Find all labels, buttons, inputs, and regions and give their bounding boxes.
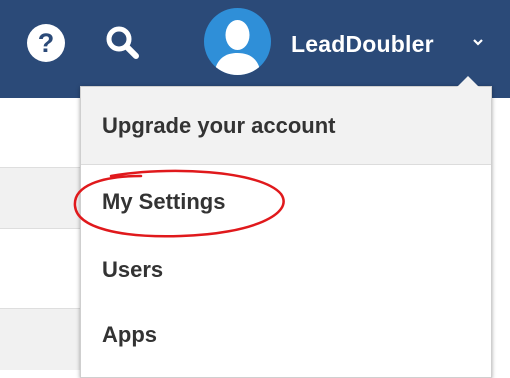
help-button[interactable]: ? [27, 24, 65, 62]
search-icon [106, 26, 139, 59]
user-name-label[interactable]: LeadDoubler [291, 30, 434, 58]
top-navigation-bar: ? LeadDoubler [0, 0, 510, 98]
menu-item-my-settings[interactable]: My Settings [81, 166, 491, 238]
background-row [0, 167, 80, 229]
question-icon: ? [37, 27, 55, 58]
menu-item-label: My Settings [102, 189, 226, 214]
dropdown-pointer [457, 76, 479, 87]
menu-item-apps[interactable]: Apps [81, 302, 491, 368]
avatar[interactable] [204, 8, 271, 75]
menu-item-users[interactable]: Users [81, 238, 491, 302]
menu-item-label: Upgrade your account [102, 112, 336, 138]
search-button[interactable] [104, 24, 142, 62]
background-row [0, 308, 80, 370]
menu-item-label: Users [102, 257, 164, 282]
user-silhouette-icon [214, 20, 261, 75]
user-dropdown-menu: Upgrade your account My Settings Users A… [80, 76, 492, 378]
chevron-down-icon[interactable] [469, 33, 487, 51]
menu-item-upgrade-account[interactable]: Upgrade your account [81, 87, 491, 165]
menu-item-label: Apps [102, 322, 157, 347]
